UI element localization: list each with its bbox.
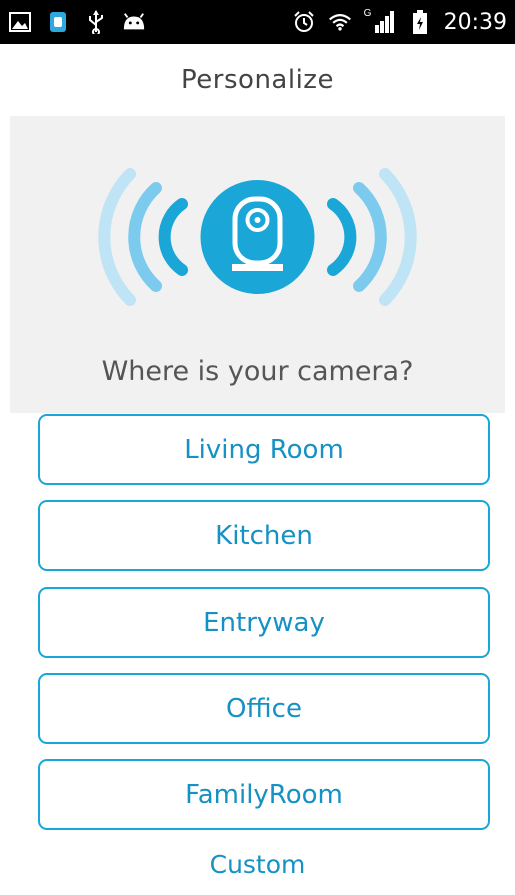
option-kitchen-button[interactable]: Kitchen [38, 500, 490, 571]
alarm-icon [292, 10, 316, 34]
signal-wave-right-inner [327, 198, 357, 276]
signal-icon: G [363, 8, 396, 34]
android-icon [122, 10, 146, 34]
camera-icon [200, 180, 315, 294]
clock-time: 20:39 [443, 9, 507, 35]
app-header: Personalize [0, 44, 515, 116]
battery-icon [408, 10, 432, 34]
camera-location-question: Where is your camera? [101, 356, 414, 387]
signal-wave-right-middle [353, 182, 387, 292]
signal-wave-left-inner [158, 198, 188, 276]
option-family-room-button[interactable]: FamilyRoom [38, 759, 490, 830]
network-type-label: G [363, 8, 372, 19]
usb-icon [84, 10, 108, 34]
app-notification-icon [46, 10, 70, 34]
status-bar: G 20:39 [0, 0, 515, 44]
signal-wave-left-middle [128, 182, 162, 292]
camera-hero: Where is your camera? [10, 116, 505, 413]
image-icon [8, 10, 32, 34]
wifi-icon [328, 10, 352, 34]
option-entryway-button[interactable]: Entryway [38, 587, 490, 658]
signal-wave-right-outer [379, 168, 417, 306]
option-living-room-button[interactable]: Living Room [38, 414, 490, 485]
signal-wave-left-outer [98, 168, 136, 306]
custom-location-link[interactable]: Custom [0, 850, 515, 879]
page-title: Personalize [181, 65, 334, 95]
option-office-button[interactable]: Office [38, 673, 490, 744]
